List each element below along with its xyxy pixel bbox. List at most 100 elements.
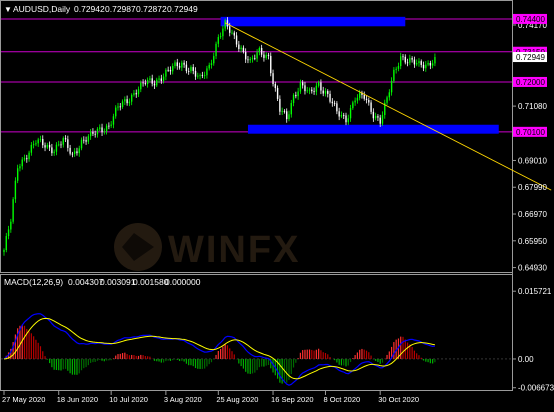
candle-body <box>427 62 429 65</box>
candle-body <box>429 62 432 66</box>
candle-body <box>331 101 334 104</box>
candle-body <box>110 124 112 126</box>
candle-body <box>60 144 62 146</box>
x-tick-label: 8 Oct 2020 <box>323 395 360 404</box>
candle-body <box>121 101 124 108</box>
candle-body <box>199 75 201 76</box>
candle-body <box>258 48 261 53</box>
candle-body <box>16 168 19 181</box>
macd-histogram-value: 0.001580 <box>133 277 169 287</box>
candle-body <box>222 28 224 37</box>
candle-body <box>224 20 226 29</box>
candle-body <box>30 144 33 153</box>
candle-body <box>137 89 140 95</box>
x-tick-label: 10 Jul 2020 <box>109 395 148 404</box>
candle-body <box>35 143 37 145</box>
candle-body <box>96 128 99 135</box>
ohlc-open: 0.72942 <box>74 4 105 14</box>
candle-body <box>400 56 402 67</box>
macd-y-tick-label: -0.006673 <box>518 384 554 393</box>
candle-body <box>130 94 133 102</box>
candle-body <box>260 48 263 55</box>
level-label: 0.72000 <box>516 78 545 87</box>
candle-body <box>304 85 306 92</box>
candle-body <box>203 75 206 77</box>
candle-body <box>197 75 199 77</box>
candle-body <box>292 94 295 103</box>
candle-body <box>87 136 90 142</box>
candle-body <box>324 91 327 94</box>
candle-body <box>422 64 425 69</box>
candle-body <box>162 76 165 81</box>
zone-0 <box>220 16 406 27</box>
candle-body <box>62 138 64 145</box>
candle-body <box>178 66 181 68</box>
candle-body <box>89 131 92 137</box>
candle-body <box>434 57 436 64</box>
candle-body <box>315 85 318 92</box>
candle-body <box>217 37 220 44</box>
candle-body <box>272 73 274 85</box>
x-tick-label: 18 Jun 2020 <box>57 395 98 404</box>
candle-body <box>73 151 76 154</box>
candle-body <box>108 125 110 127</box>
candle-body <box>146 79 149 85</box>
candle-body <box>83 139 85 141</box>
candle-body <box>190 67 192 72</box>
candle-body <box>274 84 277 89</box>
candle-body <box>64 138 67 140</box>
macd-y-tick-label: 0.015721 <box>518 287 552 296</box>
candle-body <box>290 102 292 115</box>
candle-body <box>242 47 245 52</box>
candle-body <box>42 138 44 146</box>
candle-body <box>370 102 372 112</box>
x-tick-label: 30 Oct 2020 <box>378 395 419 404</box>
candle-body <box>379 117 381 124</box>
candle <box>12 197 14 224</box>
macd-title: MACD(12,26,9) <box>4 277 63 287</box>
candle-body <box>270 55 272 74</box>
candle-body <box>413 59 416 65</box>
candle-body <box>256 52 258 59</box>
candle-body <box>69 147 71 154</box>
candle-body <box>167 69 169 71</box>
candle-body <box>67 139 69 148</box>
candle-body <box>78 148 80 154</box>
candle-body <box>336 103 338 112</box>
watermark-text: WINFX <box>168 229 300 271</box>
ohlc-close: 0.72949 <box>167 4 198 14</box>
candle-body <box>425 64 427 69</box>
candle-body <box>153 83 156 86</box>
candle-body <box>267 54 270 56</box>
candle-body <box>128 101 131 104</box>
candle-body <box>28 152 30 160</box>
candle-body <box>185 64 188 72</box>
chart-title: AUDUSD,Daily <box>13 4 71 14</box>
candle-body <box>345 115 347 123</box>
candle-body <box>249 58 251 61</box>
chart-menu-arrow[interactable]: ▼ <box>4 5 12 14</box>
candle-body <box>80 139 83 149</box>
y-tick-label: 0.69010 <box>518 156 547 165</box>
candle-body <box>368 100 370 103</box>
candle-body <box>119 106 121 108</box>
level-label: 0.70100 <box>516 128 545 137</box>
candle <box>14 177 17 203</box>
candle-body <box>19 166 21 169</box>
candle-body <box>124 99 126 102</box>
candle-body <box>322 90 324 94</box>
y-tick-label: 0.67990 <box>518 183 547 192</box>
candle-body <box>320 82 322 91</box>
candle-body <box>365 98 368 101</box>
candle-body <box>144 83 147 85</box>
macd-extra-value: 0.000000 <box>165 277 201 287</box>
candle-body <box>411 58 413 60</box>
candle-body <box>12 199 14 222</box>
candle-body <box>165 69 167 77</box>
candle-body <box>358 92 361 98</box>
candle-body <box>14 180 17 200</box>
candle-body <box>53 151 55 154</box>
candle-body <box>5 236 7 250</box>
candle-body <box>158 78 160 80</box>
y-tick-label: 0.64930 <box>518 264 547 273</box>
